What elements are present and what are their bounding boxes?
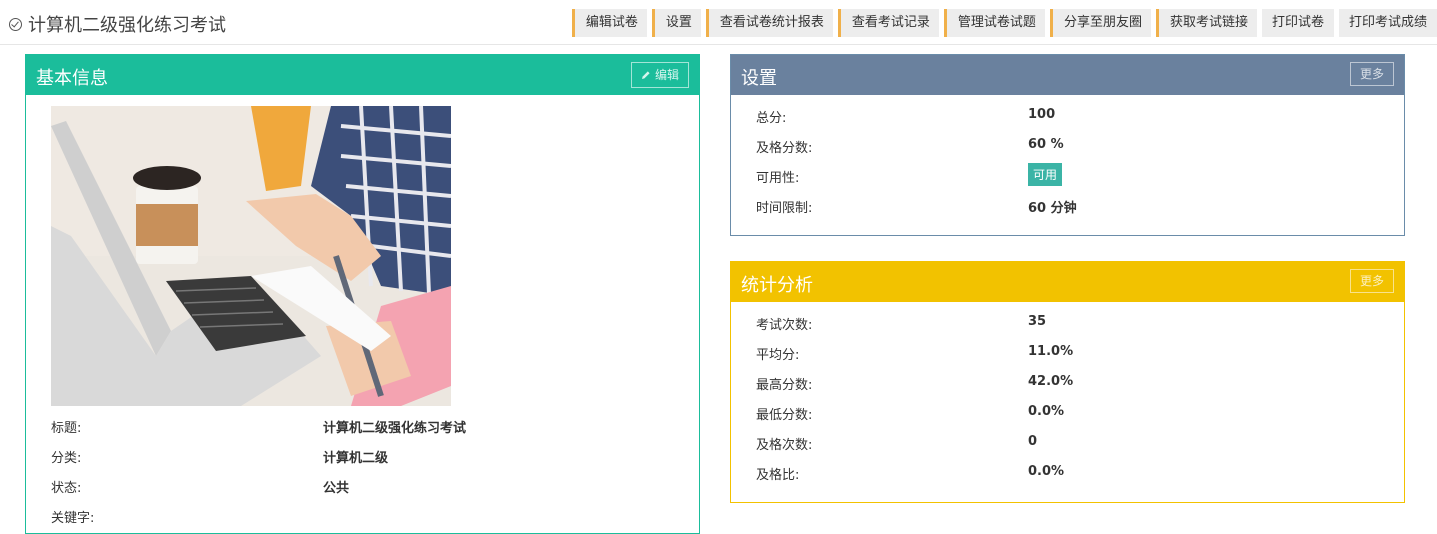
stats-field-value: 42.0%: [1028, 374, 1074, 389]
toolbar-button-0[interactable]: 编辑试卷: [571, 9, 647, 37]
settings-title: 设置: [741, 68, 777, 89]
settings-header: 设置 更多: [731, 55, 1404, 95]
toolbar-button-1[interactable]: 设置: [651, 9, 701, 37]
settings-field-value: 可用: [1028, 163, 1063, 186]
stats-field-label: 最低分数:: [756, 408, 813, 423]
stats-field-value: 35: [1028, 314, 1047, 329]
stats-field-label: 及格次数:: [756, 438, 813, 453]
stats-header: 统计分析 更多: [731, 262, 1404, 302]
stats-more-button[interactable]: 更多: [1349, 269, 1394, 293]
basic-info-panel: 基本信息 编辑 标题: 计算机二级强化练习考试 分类: 计算机二级 状态: 公共…: [25, 54, 700, 534]
toolbar-button-7[interactable]: 打印试卷: [1261, 9, 1334, 37]
basic-field-label: 状态:: [51, 481, 82, 496]
edit-button[interactable]: 编辑: [630, 62, 689, 88]
stats-field-value: 11.0%: [1028, 344, 1074, 359]
basic-field-label: 标题:: [51, 421, 82, 436]
settings-field-label: 及格分数:: [756, 141, 813, 156]
stats-panel: 统计分析 更多 考试次数: 35 平均分: 11.0% 最高分数: 42.0% 最低分数: 0…: [730, 261, 1405, 503]
stats-field-value: 0.0%: [1028, 404, 1065, 419]
stats-field-label: 平均分:: [756, 348, 800, 363]
page-title: 计算机二级强化练习考试: [28, 15, 226, 36]
stats-field-value: 0.0%: [1028, 464, 1065, 479]
toolbar-button-4[interactable]: 管理试卷试题: [943, 9, 1045, 37]
stats-field-label: 考试次数:: [756, 318, 813, 333]
toolbar-button-3[interactable]: 查看考试记录: [837, 9, 939, 37]
pencil-icon: [641, 71, 650, 79]
basic-info-title: 基本信息: [36, 68, 108, 89]
settings-field-value: 60 %: [1028, 137, 1064, 152]
basic-field-label: 分类:: [51, 451, 82, 466]
basic-field-value: 计算机二级强化练习考试: [323, 421, 467, 436]
stats-title: 统计分析: [741, 275, 813, 296]
stats-field-value: 0: [1028, 434, 1038, 449]
toolbar-button-2[interactable]: 查看试卷统计报表: [705, 9, 833, 37]
settings-field-label: 时间限制:: [756, 201, 813, 216]
settings-field-value: 60 分钟: [1028, 201, 1077, 216]
basic-field-value: 公共: [323, 481, 350, 496]
check-circle-icon: [9, 17, 22, 31]
toolbar-button-6[interactable]: 获取考试链接: [1155, 9, 1257, 37]
toolbar-button-5[interactable]: 分享至朋友圈: [1049, 9, 1151, 37]
availability-badge: 可用: [1028, 163, 1063, 186]
toolbar-button-8[interactable]: 打印考试成绩: [1338, 9, 1437, 37]
settings-field-label: 总分:: [756, 111, 787, 126]
toolbar: 编辑试卷 设置 查看试卷统计报表 查看考试记录 管理试卷试题 分享至朋友圈 获取考试链接 打印…: [567, 9, 1437, 37]
stats-field-label: 及格比:: [756, 468, 800, 483]
settings-field-label: 可用性:: [756, 171, 800, 186]
settings-panel: 设置 更多 总分: 100 及格分数: 60 % 可用性: 可用时间限制: 60 分钟: [730, 54, 1405, 236]
stats-field-label: 最高分数:: [756, 378, 813, 393]
exam-cover-image: [51, 106, 451, 406]
basic-field-label: 关键字:: [51, 511, 95, 526]
settings-field-value: 100: [1028, 107, 1056, 122]
edit-label: 编辑: [654, 68, 679, 82]
basic-field-value: 计算机二级: [323, 451, 389, 466]
title-group: 计算机二级强化练习考试: [9, 11, 226, 37]
top-bar: 计算机二级强化练习考试 编辑试卷 设置 查看试卷统计报表 查看考试记录 管理试卷试题 分享…: [0, 0, 1437, 45]
settings-more-button[interactable]: 更多: [1349, 62, 1394, 86]
basic-info-header: 基本信息 编辑: [26, 55, 699, 95]
